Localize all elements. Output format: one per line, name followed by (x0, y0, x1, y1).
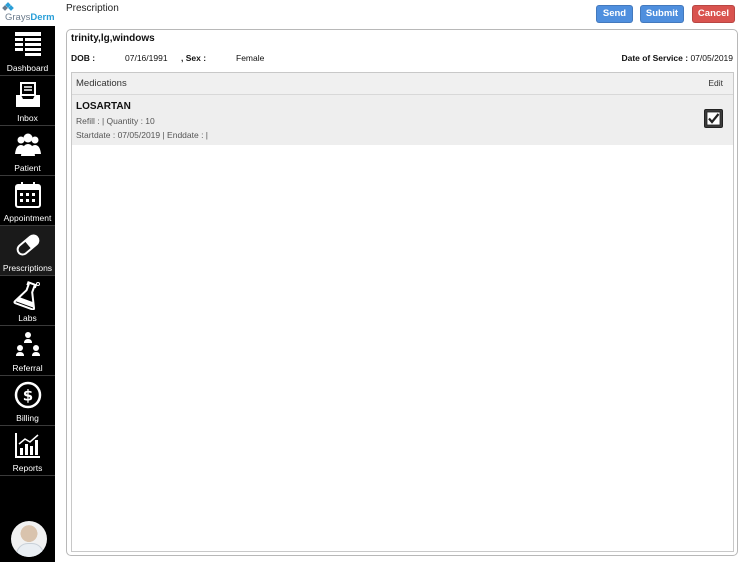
dashboard-icon (15, 32, 41, 56)
flask-icon (13, 281, 40, 310)
logo-text-grays: Grays (5, 12, 31, 23)
pill-icon (16, 234, 40, 256)
list-item[interactable]: LOSARTAN Refill : | Quantity : 10 Startd… (72, 95, 733, 145)
checkmark-icon (706, 111, 721, 126)
sidebar-item-label: Reports (12, 463, 43, 473)
sidebar-item-label: Labs (18, 313, 37, 323)
calendar-icon (15, 182, 41, 208)
submit-button[interactable]: Submit (640, 5, 684, 23)
medication-refill-quantity: Refill : | Quantity : 10 (76, 116, 155, 126)
patient-name: trinity,lg,windows (71, 33, 155, 44)
sidebar-item-prescriptions[interactable]: Prescriptions (0, 226, 55, 276)
dob-label: DOB : (71, 53, 96, 63)
referral-icon (16, 332, 40, 356)
medication-checkbox[interactable] (704, 109, 723, 128)
logo-text-derm: Derm (30, 12, 55, 23)
patient-icon (15, 133, 41, 156)
page-title: Prescription (66, 3, 119, 14)
sidebar-item-dashboard[interactable]: Dashboard (0, 26, 55, 76)
medication-dates: Startdate : 07/05/2019 | Enddate : | (76, 130, 209, 140)
inbox-icon (16, 82, 40, 107)
sidebar-item-referral[interactable]: Referral (0, 326, 55, 376)
cancel-button[interactable]: Cancel (692, 5, 735, 23)
sidebar-item-label: Prescriptions (2, 263, 53, 273)
sidebar-item-billing[interactable]: $ Billing (0, 376, 55, 426)
prescription-panel: trinity,lg,windows DOB : 07/16/1991 , Se… (66, 29, 738, 556)
sidebar-item-label: Dashboard (6, 63, 49, 73)
medications-section: Medications Edit LOSARTAN Refill : | Qua… (71, 72, 734, 552)
edit-button[interactable]: Edit (708, 78, 723, 88)
sidebar-item-label: Appointment (3, 213, 52, 223)
sidebar-item-inbox[interactable]: Inbox (0, 76, 55, 126)
avatar[interactable] (11, 521, 47, 557)
dollar-icon: $ (14, 381, 42, 409)
app-window: GraysDerm Dashboard Inbox Patient Appoin… (0, 0, 750, 562)
logo[interactable]: GraysDerm (0, 0, 55, 26)
svg-text:$: $ (23, 387, 33, 405)
sidebar-item-label: Referral (12, 363, 43, 373)
dob-value: 07/16/1991 (125, 53, 168, 63)
sidebar-item-label: Inbox (17, 113, 38, 123)
logo-text: GraysDerm (5, 12, 55, 23)
date-of-service: Date of Service : 07/05/2019 (621, 53, 733, 63)
sidebar-item-reports[interactable]: Reports (0, 426, 55, 476)
medication-name: LOSARTAN (76, 101, 131, 112)
sidebar-item-label: Patient (14, 163, 41, 173)
sidebar: GraysDerm Dashboard Inbox Patient Appoin… (0, 0, 55, 562)
sidebar-item-label: Billing (16, 413, 39, 423)
chart-icon (15, 433, 40, 458)
dos-label: Date of Service : (621, 53, 689, 63)
sex-label: , Sex : (181, 53, 207, 63)
patient-info-row: DOB : 07/16/1991 , Sex : Female Date of … (71, 53, 733, 67)
sidebar-item-appointment[interactable]: Appointment (0, 176, 55, 226)
medications-title: Medications (76, 78, 127, 89)
send-button[interactable]: Send (596, 5, 633, 23)
dos-value: 07/05/2019 (690, 53, 733, 63)
sidebar-item-patient[interactable]: Patient (0, 126, 55, 176)
sex-value: Female (236, 53, 265, 63)
medications-header: Medications Edit (72, 73, 733, 95)
sidebar-item-labs[interactable]: Labs (0, 276, 55, 326)
